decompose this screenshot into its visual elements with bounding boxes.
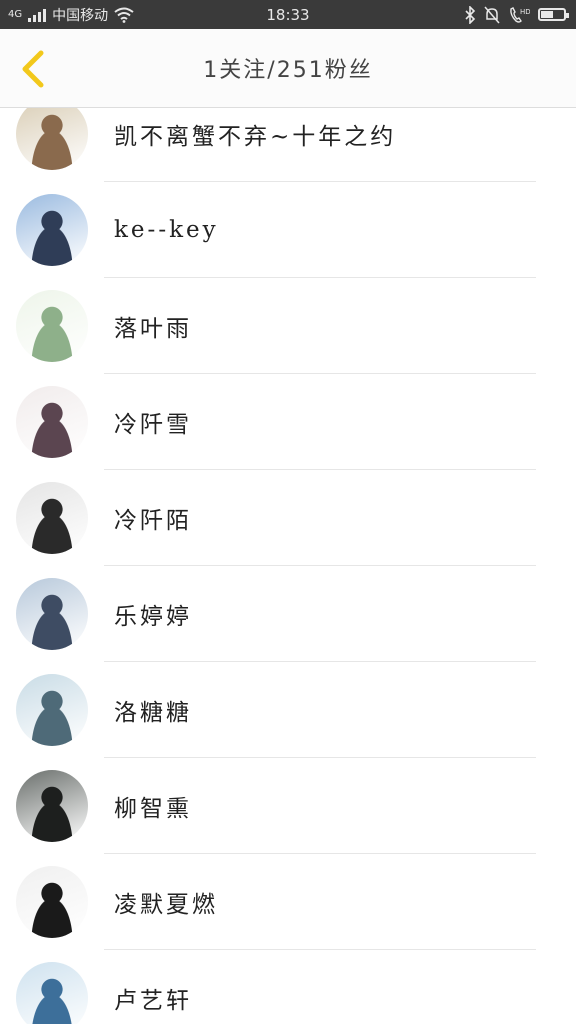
fan-name: 卢艺轩 xyxy=(114,988,192,1014)
fan-name: ke--key xyxy=(114,217,219,243)
fan-list: 凯不离蟹不弃~十年之约 ke--key 落叶雨冷阡雪冷阡陌乐婷婷洛糖糖柳智熏凌默夏燃… xyxy=(0,108,576,1024)
avatar xyxy=(16,578,88,650)
fan-list-item[interactable]: 凌默夏燃 xyxy=(0,854,576,950)
avatar xyxy=(16,770,88,842)
fan-list-item[interactable]: 冷阡雪 xyxy=(0,374,576,470)
fan-list-item[interactable]: 落叶雨 xyxy=(0,278,576,374)
fan-name: 乐婷婷 xyxy=(114,604,192,630)
avatar xyxy=(16,674,88,746)
avatar xyxy=(16,290,88,362)
fan-name: 凯不离蟹不弃~十年之约 xyxy=(114,124,397,150)
bluetooth-icon xyxy=(465,5,476,24)
hd-call-icon: HD xyxy=(510,6,530,23)
fan-name: 柳智熏 xyxy=(114,796,192,822)
fan-name: 冷阡雪 xyxy=(114,412,192,438)
fan-list-item[interactable]: ke--key xyxy=(0,182,576,278)
fan-name: 凌默夏燃 xyxy=(114,892,218,918)
top-bar: 1关注/251粉丝 xyxy=(0,29,576,108)
fan-list-item[interactable]: 凯不离蟹不弃~十年之约 xyxy=(0,108,576,182)
avatar xyxy=(16,866,88,938)
fan-list-item[interactable]: 乐婷婷 xyxy=(0,566,576,662)
avatar xyxy=(16,482,88,554)
status-bar: 4G 中国移动 18:33 HD xyxy=(0,0,576,29)
battery-icon xyxy=(538,8,569,21)
fan-name: 洛糖糖 xyxy=(114,700,192,726)
avatar xyxy=(16,386,88,458)
mute-icon xyxy=(484,6,500,23)
fan-list-item[interactable]: 卢艺轩 xyxy=(0,950,576,1024)
avatar xyxy=(16,194,88,266)
status-right: HD xyxy=(464,0,569,29)
avatar xyxy=(16,108,88,170)
fan-list-inner: 凯不离蟹不弃~十年之约 ke--key 落叶雨冷阡雪冷阡陌乐婷婷洛糖糖柳智熏凌默夏燃… xyxy=(0,108,576,1024)
fan-name: 落叶雨 xyxy=(114,316,192,342)
page-title: 1关注/251粉丝 xyxy=(203,58,373,83)
avatar xyxy=(16,962,88,1024)
svg-text:HD: HD xyxy=(520,8,530,16)
fan-list-item[interactable]: 冷阡陌 xyxy=(0,470,576,566)
fan-name: 冷阡陌 xyxy=(114,508,192,534)
fan-list-item[interactable]: 洛糖糖 xyxy=(0,662,576,758)
fan-list-item[interactable]: 柳智熏 xyxy=(0,758,576,854)
